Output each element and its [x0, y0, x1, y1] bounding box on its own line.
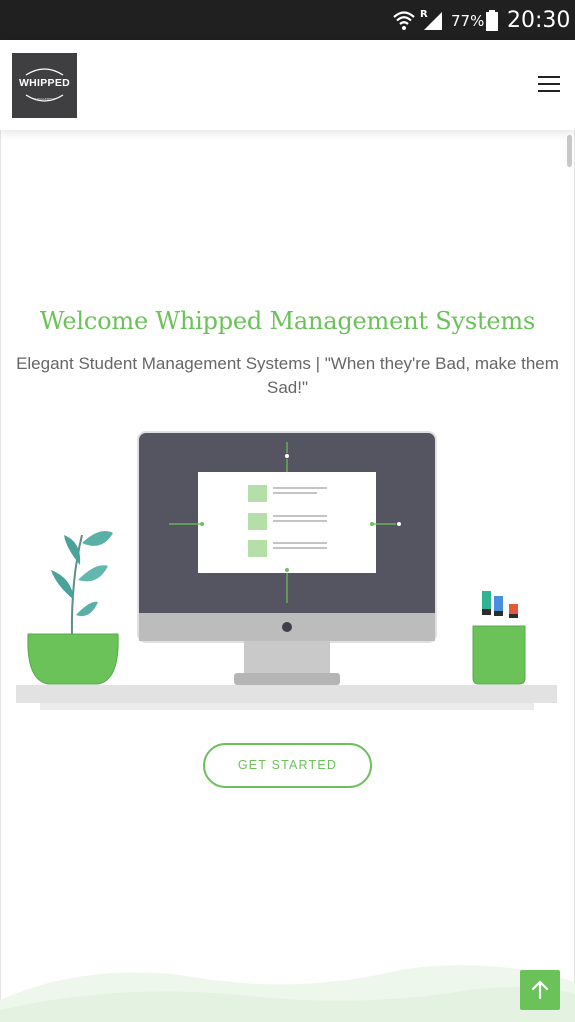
hero-subtitle: Elegant Student Management Systems | "Wh… — [16, 354, 559, 397]
monitor-stand — [244, 641, 330, 676]
plant-leaf-3 — [78, 565, 108, 582]
signal-icon: R — [420, 9, 442, 30]
plant-leaf-1 — [82, 530, 113, 546]
list-line-3b — [273, 547, 327, 549]
list-checkbox-3 — [248, 540, 267, 557]
scrollbar[interactable] — [567, 135, 572, 167]
logo-subtext: MANAGEMENT — [34, 97, 56, 101]
monitor-base — [234, 673, 340, 685]
hamburger-icon[interactable] — [538, 76, 560, 96]
monitor-power-dot — [282, 622, 292, 632]
hero-title: Welcome Whipped Management Systems — [39, 307, 536, 335]
signal-label: R — [420, 9, 428, 20]
wifi-icon — [393, 11, 415, 30]
back-to-top-button[interactable] — [520, 970, 560, 1010]
plant-pot — [27, 633, 119, 685]
logo[interactable]: MANAGEMENT WHIPPED — [12, 53, 77, 118]
list-line-3a — [273, 542, 327, 544]
clock: 20:30 — [507, 8, 571, 33]
arrow-up-icon — [531, 980, 549, 1000]
desk-top — [16, 685, 557, 703]
background-hills — [0, 965, 575, 1022]
plant-leaf-2 — [64, 535, 81, 565]
pen-cup — [472, 625, 526, 685]
battery-icon — [486, 10, 498, 31]
plant-leaf-4 — [51, 570, 74, 600]
list-checkbox-2 — [248, 513, 267, 530]
logo-text: WHIPPED — [18, 77, 71, 89]
list-line-1a — [273, 487, 327, 489]
plant-leaf-5 — [76, 601, 98, 617]
get-started-button[interactable]: GET STARTED — [203, 743, 372, 788]
list-line-2a — [273, 515, 327, 517]
desk-shelf — [40, 703, 534, 710]
navbar: MANAGEMENT WHIPPED — [0, 40, 575, 130]
status-bar: R 77% 20:30 — [0, 0, 575, 40]
list-line-1b — [273, 492, 317, 494]
battery-percent: 77% — [451, 12, 485, 30]
list-line-2b — [273, 520, 327, 522]
hero-illustration — [16, 431, 557, 710]
list-checkbox-1 — [248, 485, 267, 502]
